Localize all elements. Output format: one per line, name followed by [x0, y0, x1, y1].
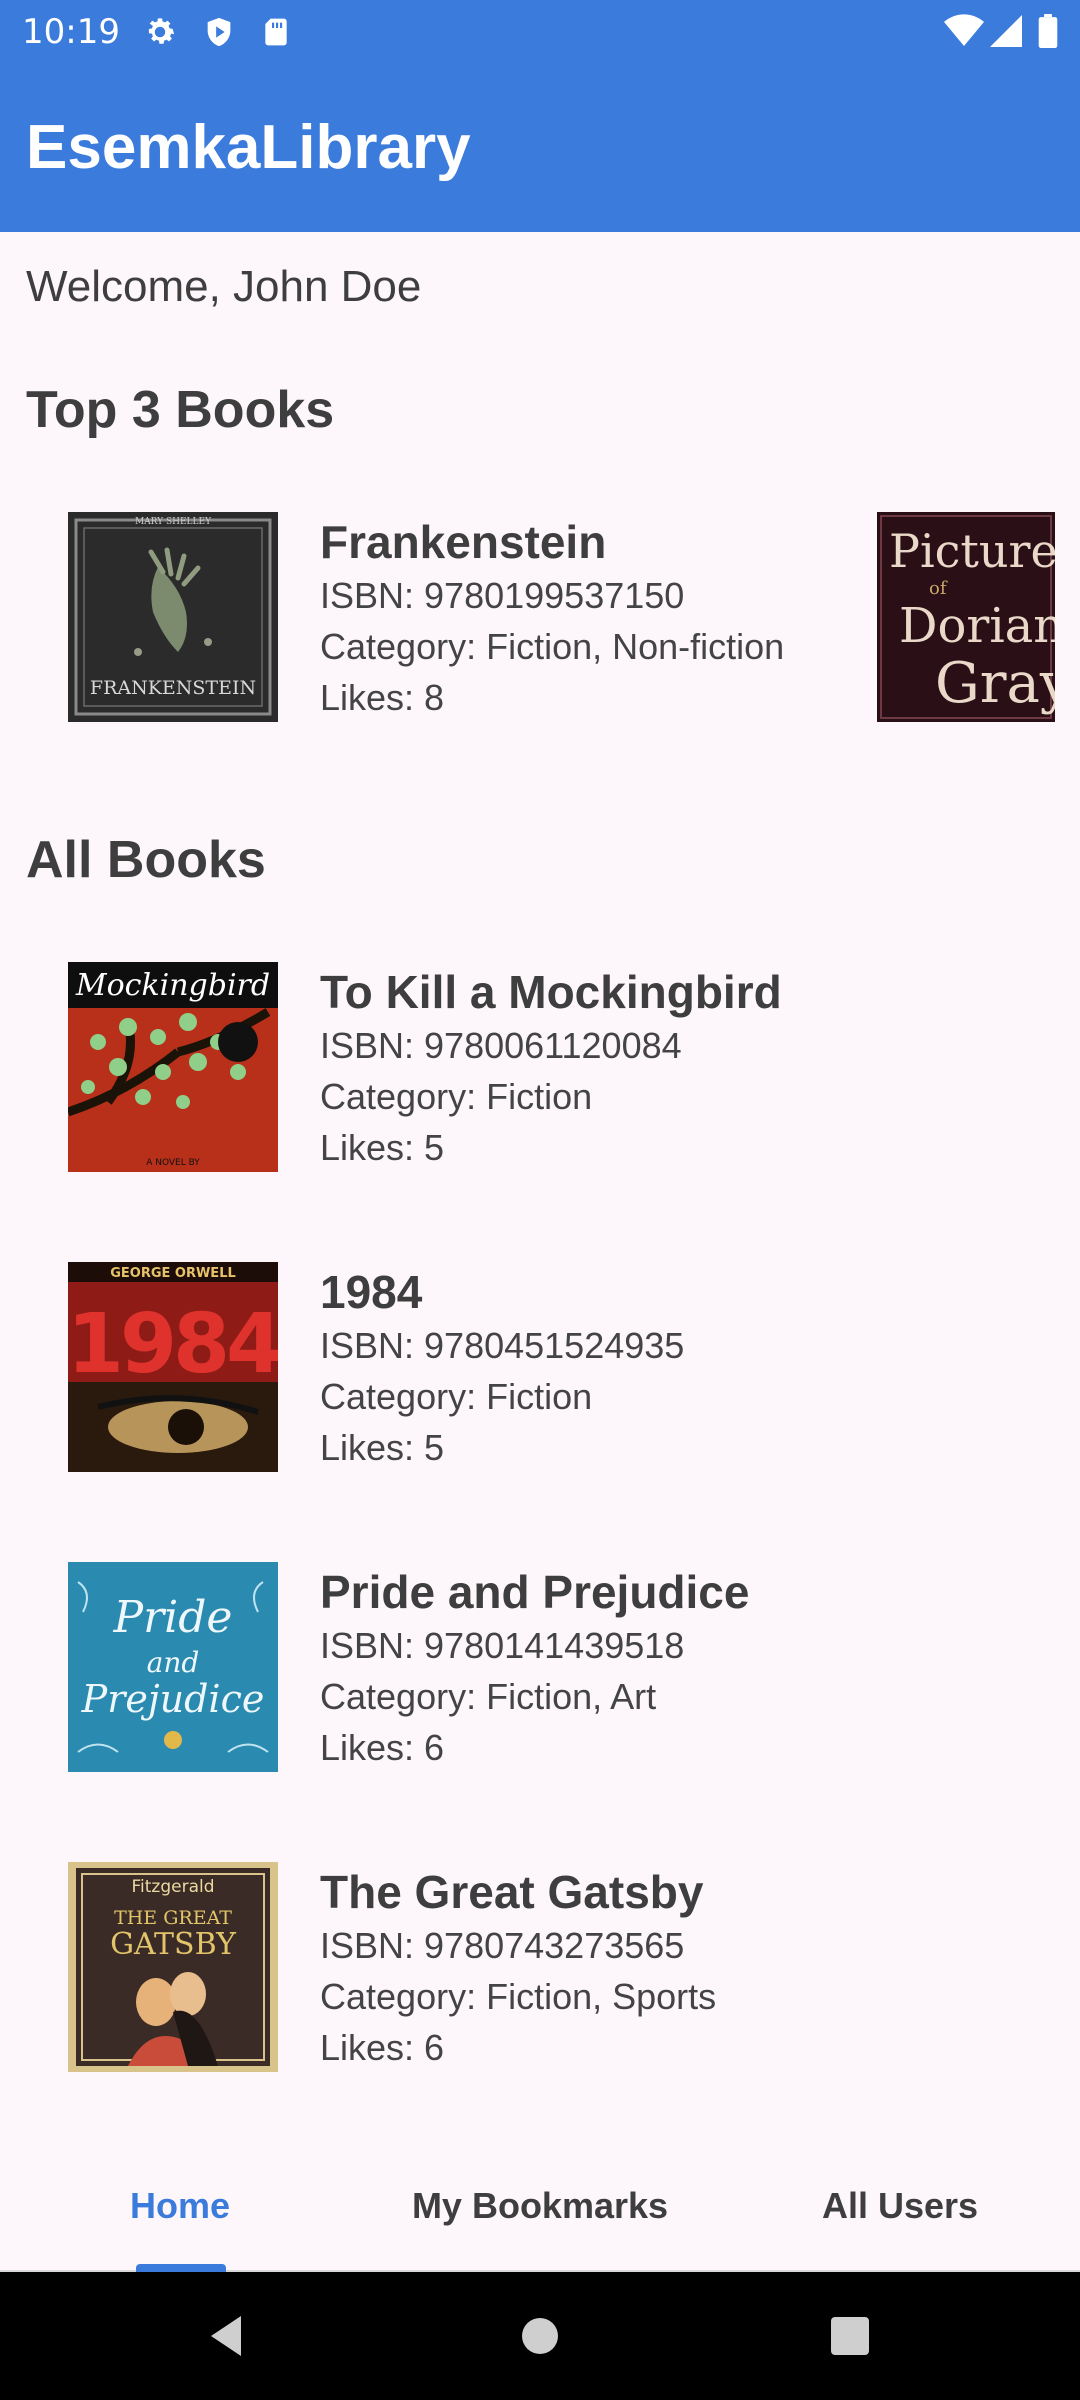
book-title: Frankenstein — [320, 516, 607, 568]
signal-icon — [990, 14, 1022, 48]
frankenstein-cover-title: FRANKENSTEIN — [90, 677, 256, 699]
bottom-navigation: Home My Bookmarks All Users — [0, 2160, 1080, 2272]
book-card-1984[interactable]: GEORGE ORWELL 1984 1984 ISBN: 9780451524… — [68, 1262, 1048, 1472]
gear-icon — [142, 14, 178, 48]
svg-text:GATSBY: GATSBY — [110, 1927, 237, 1962]
1984-cover-title: 1984 — [68, 1297, 278, 1392]
recents-icon[interactable] — [790, 2272, 910, 2400]
book-card-great-gatsby[interactable]: Fitzgerald THE GREAT GATSBY The Great Ga… — [68, 1862, 1048, 2072]
status-time: 10:19 — [22, 12, 120, 52]
book-card-pride-and-prejudice[interactable]: Pride and Prejudice Pride and Prejudice … — [68, 1562, 1048, 1772]
book-isbn: ISBN: 9780451524935 — [320, 1325, 685, 1366]
book-title: Pride and Prejudice — [320, 1566, 750, 1618]
great-gatsby-cover: Fitzgerald THE GREAT GATSBY — [68, 1862, 278, 2072]
1984-cover-author: GEORGE ORWELL — [110, 1266, 236, 1281]
home-icon[interactable] — [480, 2272, 600, 2400]
tab-all-users[interactable]: All Users — [720, 2160, 1080, 2272]
svg-text:and: and — [147, 1646, 200, 1679]
welcome-text: Welcome, John Doe — [26, 262, 422, 311]
shield-icon — [202, 14, 236, 48]
dorian-cover-word2: of — [929, 578, 948, 599]
mockingbird-cover-sub: A NOVEL BY — [146, 1158, 200, 1168]
book-isbn: ISBN: 9780743273565 — [320, 1925, 685, 1966]
book-isbn: ISBN: 9780061120084 — [320, 1025, 682, 1066]
dorian-cover-word4: Gray — [935, 651, 1055, 716]
svg-text:Pride: Pride — [113, 1592, 233, 1643]
book-title: 1984 — [320, 1266, 423, 1318]
book-category: Category: Fiction, Art — [320, 1676, 657, 1717]
all-books-heading: All Books — [26, 831, 266, 889]
book-likes: Likes: 5 — [320, 1127, 445, 1168]
app-title: EsemkaLibrary — [26, 113, 471, 182]
book-title: The Great Gatsby — [320, 1866, 704, 1918]
top-book-card-dorian-gray-peek[interactable]: Picture of Dorian Gray — [877, 512, 1055, 722]
status-bar: 10:19 — [0, 0, 1080, 62]
tab-my-bookmarks[interactable]: My Bookmarks — [360, 2160, 720, 2272]
book-title: To Kill a Mockingbird — [320, 966, 782, 1018]
book-likes: Likes: 8 — [320, 677, 445, 718]
book-card-mockingbird[interactable]: Mockingbird A NOVEL BY To Kill a Mocking… — [68, 962, 1048, 1172]
frankenstein-cover: MARY SHELLEY FRANKENSTEIN — [68, 512, 278, 722]
app-bar: EsemkaLibrary — [0, 62, 1080, 232]
tab-home[interactable]: Home — [0, 2160, 360, 2272]
book-isbn: ISBN: 9780199537150 — [320, 575, 685, 616]
sd-card-icon — [260, 14, 292, 48]
book-category: Category: Fiction — [320, 1076, 593, 1117]
dorian-cover-word1: Picture — [889, 524, 1055, 578]
book-likes: Likes: 6 — [320, 2027, 445, 2068]
svg-text:Prejudice: Prejudice — [81, 1677, 265, 1721]
active-tab-indicator — [136, 2264, 226, 2272]
book-category: Category: Fiction, Non-fiction — [320, 626, 785, 667]
gatsby-cover-author: Fitzgerald — [131, 1877, 214, 1897]
top-books-heading: Top 3 Books — [26, 381, 335, 439]
system-navigation-bar — [0, 2272, 1080, 2400]
svg-text:THE GREAT: THE GREAT — [114, 1907, 232, 1929]
1984-cover: GEORGE ORWELL 1984 — [68, 1262, 278, 1472]
frankenstein-cover-author: MARY SHELLEY — [135, 517, 212, 527]
book-category: Category: Fiction — [320, 1376, 593, 1417]
battery-icon — [1038, 14, 1058, 48]
book-likes: Likes: 6 — [320, 1727, 445, 1768]
pride-and-prejudice-cover: Pride and Prejudice — [68, 1562, 278, 1772]
book-isbn: ISBN: 9780141439518 — [320, 1625, 685, 1666]
wifi-icon — [944, 14, 984, 48]
back-icon[interactable] — [166, 2272, 286, 2400]
book-likes: Likes: 5 — [320, 1427, 445, 1468]
dorian-cover-word3: Dorian — [899, 598, 1055, 654]
mockingbird-cover-title: Mockingbird — [75, 968, 270, 1003]
mockingbird-cover: Mockingbird A NOVEL BY — [68, 962, 278, 1172]
book-category: Category: Fiction, Sports — [320, 1976, 717, 2017]
